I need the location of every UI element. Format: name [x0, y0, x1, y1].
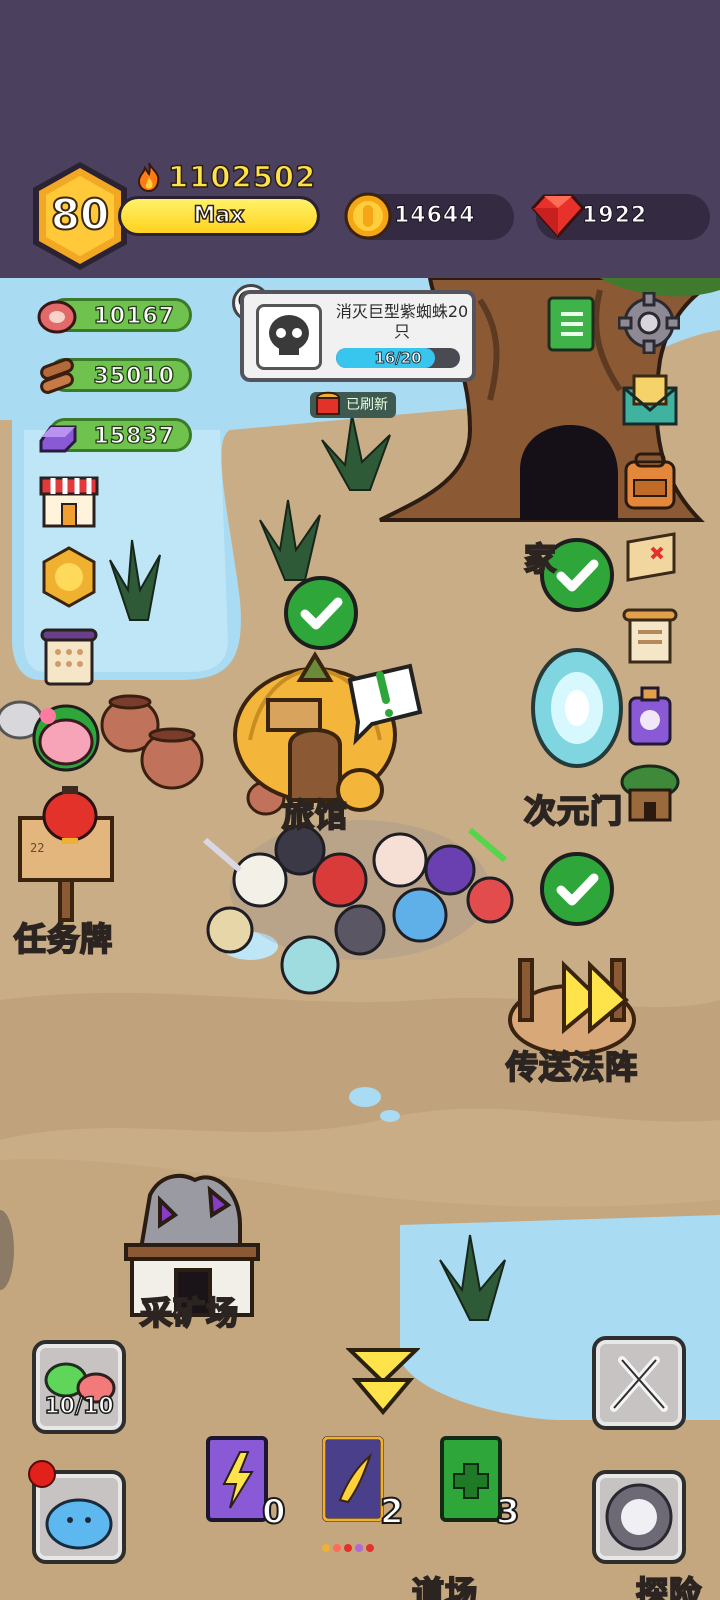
- meat-counter[interactable]: 10167: [37, 298, 192, 334]
- player-level-number: 80: [50, 189, 110, 240]
- quest-refresh-label: 已刷新: [346, 397, 388, 413]
- gold-book-count: 2: [379, 1491, 405, 1533]
- calendar-scroll-icon[interactable]: [40, 626, 98, 688]
- inn-ready-check[interactable]: [284, 576, 358, 650]
- gold-medal-icon[interactable]: [38, 546, 100, 610]
- treasure-chest-icon: [315, 391, 341, 415]
- ore-value: 15837: [93, 423, 175, 449]
- purple-book-count: 0: [261, 1491, 287, 1533]
- wood-log-icon: [40, 358, 74, 394]
- backpack-icon[interactable]: [620, 450, 680, 512]
- crossed-swords-icon: [610, 1356, 668, 1412]
- treasure-map-icon[interactable]: [622, 528, 680, 586]
- meat-icon: [37, 300, 77, 334]
- chevron-down-icon[interactable]: [346, 1344, 420, 1420]
- red-lantern-icon[interactable]: [40, 782, 100, 846]
- experience-label: Max: [193, 202, 245, 229]
- gold-coin-icon: [344, 192, 392, 240]
- red-gem-icon: [530, 194, 586, 239]
- quest-target-portrait: [256, 304, 322, 370]
- explore-label[interactable]: 探险: [635, 1568, 702, 1600]
- top-status-bar: 80 1102502 Max 14644 1922: [0, 0, 720, 278]
- ore-counter[interactable]: 15837: [39, 418, 192, 453]
- inn-label[interactable]: 旅馆: [281, 790, 348, 836]
- experience-bar: Max: [118, 196, 320, 236]
- explore-gate-button[interactable]: [592, 1470, 686, 1564]
- wood-counter[interactable]: 35010: [40, 358, 192, 394]
- page-dots: [322, 1544, 386, 1554]
- gold-coin-counter[interactable]: 14644: [344, 192, 514, 240]
- battle-swords-button[interactable]: [592, 1336, 686, 1430]
- blue-slime-icon: [45, 1498, 113, 1550]
- dimension-portal: [531, 648, 623, 768]
- green-book-count: 3: [495, 1491, 521, 1533]
- combat-power-value: 1102502: [167, 159, 317, 195]
- wood-value: 35010: [93, 363, 175, 389]
- checkmark-icon: [300, 597, 343, 630]
- fire-icon: [137, 162, 160, 192]
- purple-ingot-icon: [39, 425, 77, 453]
- hero-party: [203, 820, 514, 995]
- game-screen: 80 1102502 Max 14644 1922 22 10167 35010…: [0, 0, 720, 1600]
- combat-power: 1102502: [136, 159, 317, 195]
- green-book-icon[interactable]: [545, 294, 597, 354]
- mine-label[interactable]: 采矿场: [139, 1288, 239, 1334]
- shop-icon[interactable]: [38, 470, 100, 530]
- home-label[interactable]: 家: [523, 534, 557, 580]
- ruby-gem-counter[interactable]: 1922: [530, 194, 710, 240]
- quest-title: 消灭巨型紫蜘蛛20只: [335, 302, 469, 341]
- dojo-label[interactable]: 道场: [411, 1568, 478, 1600]
- village-map[interactable]: 22 10167 35010 15837 消灭巨型紫蜘蛛20只 16/20 已刷…: [0, 278, 720, 1600]
- quest-scroll-icon[interactable]: [620, 606, 680, 668]
- teleport-label[interactable]: 传送法阵: [505, 1042, 638, 1088]
- notification-dot: [28, 1460, 56, 1488]
- quest-progress-text: 16/20: [374, 349, 422, 368]
- skull-potion-icon[interactable]: [622, 684, 678, 748]
- portal-label[interactable]: 次元门: [523, 786, 623, 832]
- tree-house-icon[interactable]: [618, 762, 682, 824]
- checkmark-icon: [556, 873, 599, 906]
- ruby-gem-value: 1922: [581, 203, 648, 229]
- slime-merge-button[interactable]: 10/10: [32, 1340, 126, 1434]
- stone-portal-icon: [605, 1483, 673, 1551]
- quest-progress-bar: 16/20: [336, 348, 460, 368]
- settings-gear-icon[interactable]: [618, 292, 680, 354]
- meat-value: 10167: [93, 303, 175, 329]
- skull-icon: [269, 315, 309, 355]
- quest-refresh-tag: 已刷新: [310, 391, 396, 418]
- mail-envelope-icon[interactable]: [620, 370, 680, 430]
- player-level-badge[interactable]: 80: [30, 160, 130, 272]
- gold-coin-value: 14644: [394, 203, 476, 229]
- current-quest-card[interactable]: 消灭巨型紫蜘蛛20只 16/20: [240, 290, 476, 382]
- pink-pet-icon[interactable]: [30, 700, 102, 772]
- teleport-ready-check[interactable]: [540, 852, 614, 926]
- teleport-circle: [508, 958, 636, 1056]
- task-board-label[interactable]: 任务牌: [13, 914, 113, 960]
- slime-counter-text: 10/10: [44, 1393, 115, 1420]
